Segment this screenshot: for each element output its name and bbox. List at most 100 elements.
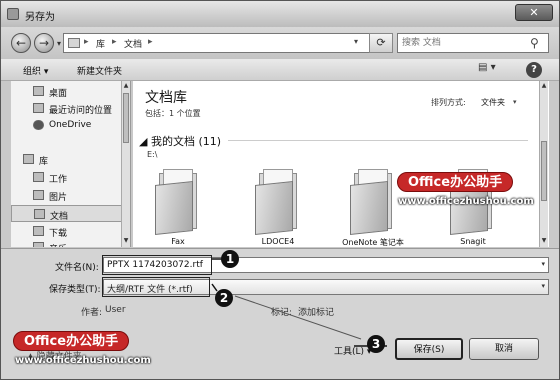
cloud-icon <box>33 120 44 130</box>
group-path: E:\ <box>147 150 158 159</box>
scroll-down-icon[interactable]: ▼ <box>540 237 548 244</box>
arrange-dropdown-icon[interactable]: ▾ <box>513 98 517 106</box>
navigation-pane: 桌面 最近访问的位置 OneDrive 库 工作 图片 文档 下载 <box>11 81 131 247</box>
filetype-label: 保存类型(T): <box>49 285 101 295</box>
back-arrow-icon: ← <box>15 36 27 50</box>
address-dropdown-icon[interactable]: ▾ <box>354 37 358 46</box>
refresh-icon: ⟳ <box>376 36 386 49</box>
help-button[interactable]: ? <box>526 62 542 78</box>
filetype-highlight <box>102 277 210 297</box>
annotation-marker-2: 2 <box>215 289 233 307</box>
sidebar-item-downloads[interactable]: 下载 <box>11 223 129 240</box>
file-list-pane: 文档库 包括：1 个位置 排列方式: 文件夹 ▾ ◢ 我的文档 (11) E:\… <box>133 81 549 247</box>
sidebar-item-label: 最近访问的位置 <box>49 106 113 116</box>
tools-button[interactable]: 工具(L) ▾ <box>334 344 371 357</box>
filename-highlight <box>102 255 212 275</box>
library-folder-icon <box>68 38 80 48</box>
sidebar-item-label: 桌面 <box>49 89 68 99</box>
title-bar: 另存为 ✕ <box>1 1 559 27</box>
breadcrumb-separator[interactable]: ▸ <box>148 37 153 47</box>
sidebar-item-label: 文档 <box>50 212 69 222</box>
sidebar-item-libraries[interactable]: 库 <box>11 151 129 168</box>
breadcrumb-documents[interactable]: 文档 <box>124 37 142 50</box>
address-row: ← → ▾ ▸ 库 ▸ 文档 ▸ ▾ ⟳ ⚲ <box>1 27 559 59</box>
library-subtitle[interactable]: 包括：1 个位置 <box>145 108 201 119</box>
save-as-dialog: 另存为 ✕ ← → ▾ ▸ 库 ▸ 文档 ▸ ▾ ⟳ ⚲ 组织 ▾ 新建文件夹 … <box>0 0 560 380</box>
new-folder-button[interactable]: 新建文件夹 <box>77 64 122 77</box>
save-button[interactable]: 保存(S) <box>395 338 463 360</box>
tags-value[interactable]: 添加标记 <box>298 305 334 318</box>
sidebar-item-label: 下载 <box>49 229 68 239</box>
scroll-thumb[interactable] <box>123 93 129 143</box>
arrange-by-dropdown[interactable]: 文件夹 <box>481 97 505 108</box>
collapse-icon[interactable]: ◢ <box>139 135 151 148</box>
folder-icon <box>350 181 388 235</box>
folder-thumbnail[interactable] <box>348 169 398 235</box>
scroll-down-icon[interactable]: ▼ <box>122 237 130 244</box>
sidebar-item-documents[interactable]: 文档 <box>11 205 129 222</box>
close-button[interactable]: ✕ <box>515 4 553 21</box>
documents-icon <box>34 209 45 219</box>
refresh-button[interactable]: ⟳ <box>369 33 393 53</box>
watermark-url: www.officezhushou.com <box>398 196 534 207</box>
forward-button[interactable]: → <box>34 33 54 53</box>
arrange-by-label: 排列方式: <box>431 98 466 107</box>
folder-label[interactable]: Snagit <box>433 237 513 246</box>
group-header[interactable]: ◢ 我的文档 (11) <box>139 133 221 149</box>
watermark-badge: Office办公助手 <box>397 172 514 192</box>
folder-thumbnail[interactable] <box>153 169 203 235</box>
sidebar-item-music[interactable]: 音乐 <box>11 239 129 247</box>
recent-places-icon <box>33 103 44 113</box>
app-icon <box>7 8 19 20</box>
downloads-icon <box>33 226 44 236</box>
breadcrumb-library[interactable]: 库 <box>96 37 105 50</box>
author-value[interactable]: User <box>105 305 126 315</box>
sidebar-item-recent-places[interactable]: 最近访问的位置 <box>11 100 129 117</box>
filetype-dropdown-icon[interactable]: ▾ <box>541 282 545 290</box>
watermark-url: www.officezhushou.com <box>15 355 151 366</box>
library-title: 文档库 <box>145 90 187 106</box>
search-input[interactable] <box>402 36 526 50</box>
scroll-thumb[interactable] <box>541 141 547 201</box>
sidebar-item-desktop[interactable]: 桌面 <box>11 83 129 100</box>
annotation-marker-1: 1 <box>221 250 239 268</box>
breadcrumb-separator[interactable]: ▸ <box>84 37 89 47</box>
pictures-icon <box>33 190 44 200</box>
scroll-up-icon[interactable]: ▲ <box>540 82 548 89</box>
folder-label[interactable]: LDOCE4 <box>238 237 318 246</box>
command-bar: 组织 ▾ 新建文件夹 ▤ ▾ ? <box>1 59 559 81</box>
recent-pages-dropdown-icon[interactable]: ▾ <box>57 39 61 48</box>
library-icon <box>23 154 34 164</box>
author-label: 作者: <box>81 308 103 318</box>
group-divider <box>228 140 528 141</box>
sidebar-item-onedrive[interactable]: OneDrive <box>11 117 129 134</box>
window-title: 另存为 <box>25 12 55 23</box>
sidebar-item-pictures[interactable]: 图片 <box>11 187 129 204</box>
organize-button[interactable]: 组织 ▾ <box>23 64 48 77</box>
sidebar-item-label: OneDrive <box>49 120 92 130</box>
search-box[interactable]: ⚲ <box>397 33 549 53</box>
content-scrollbar[interactable]: ▲ ▼ <box>539 81 548 247</box>
folder-label[interactable]: Fax <box>138 237 218 246</box>
tags-label: 标记: <box>271 308 293 318</box>
folder-label[interactable]: OneNote 笔记本 <box>333 237 413 247</box>
change-view-icon[interactable]: ▤ ▾ <box>478 62 506 78</box>
forward-arrow-icon: → <box>38 36 50 50</box>
sidebar-item-label: 库 <box>39 157 49 167</box>
group-title: 我的文档 (11) <box>150 135 222 148</box>
address-bar[interactable]: ▸ 库 ▸ 文档 ▸ ▾ <box>63 33 393 53</box>
annotation-marker-3: 3 <box>367 335 385 353</box>
folder-thumbnail[interactable] <box>253 169 303 235</box>
folder-icon <box>155 181 193 235</box>
sidebar-item-work[interactable]: 工作 <box>11 169 129 186</box>
search-icon[interactable]: ⚲ <box>530 36 539 50</box>
scroll-up-icon[interactable]: ▲ <box>122 82 130 89</box>
filename-dropdown-icon[interactable]: ▾ <box>541 260 545 268</box>
back-button[interactable]: ← <box>11 33 31 53</box>
desktop-icon <box>33 86 44 96</box>
breadcrumb-separator[interactable]: ▸ <box>112 37 117 47</box>
folder-icon <box>255 181 293 235</box>
music-icon <box>33 242 44 247</box>
cancel-button[interactable]: 取消 <box>469 338 539 360</box>
navigation-scrollbar[interactable]: ▲ ▼ <box>121 81 130 247</box>
